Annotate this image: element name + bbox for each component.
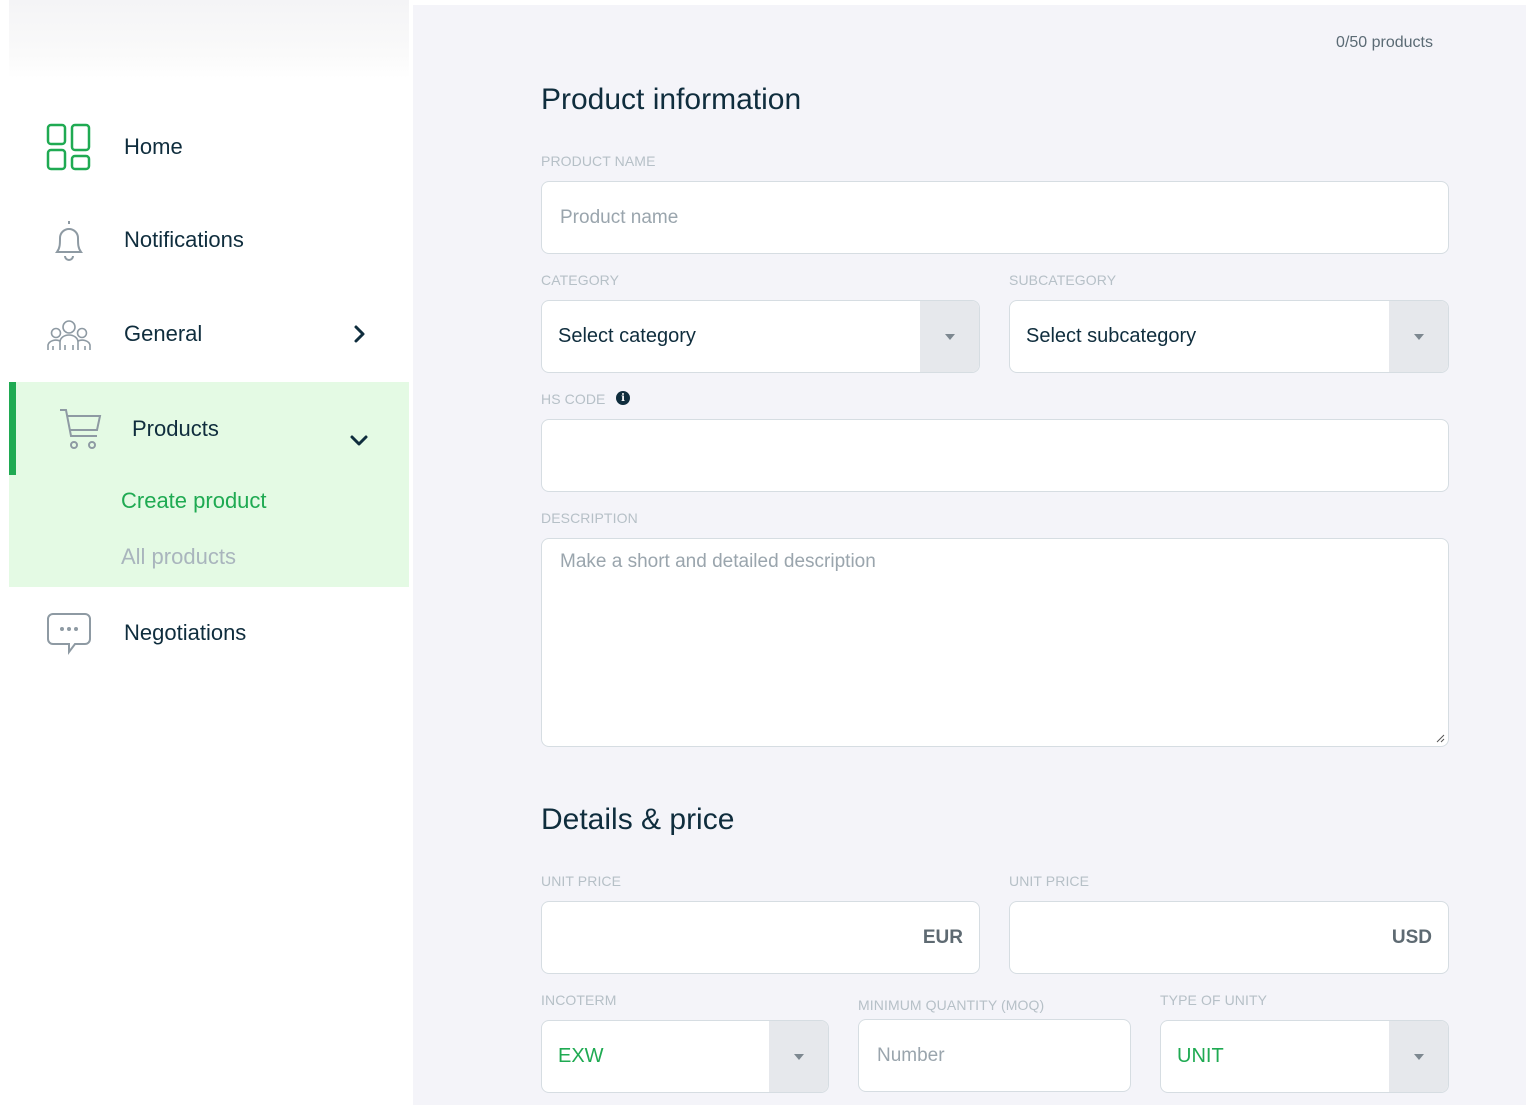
submenu-all-products[interactable]: All products (121, 544, 236, 570)
sidebar-item-label: Negotiations (124, 619, 247, 645)
unit-price-usd-input[interactable]: USD (1009, 901, 1449, 974)
category-value: Select category (558, 325, 696, 347)
sidebar-item-home[interactable]: Home (9, 100, 409, 193)
usd-currency-suffix: USD (1391, 926, 1432, 948)
shopping-cart-icon (60, 408, 102, 449)
incoterm-label: INCOTERM (541, 992, 617, 1008)
unit-price-eur-label: UNIT PRICE (541, 873, 622, 889)
subcategory-dropdown-toggle[interactable] (1389, 301, 1448, 372)
dashboard-grid-icon (46, 123, 91, 170)
sidebar-item-notifications[interactable]: Notifications (9, 193, 409, 286)
info-icon[interactable]: i (616, 391, 630, 405)
unit-type-value: UNIT (1177, 1045, 1224, 1067)
unit-type-label: TYPE OF UNITY (1160, 992, 1268, 1008)
hs-code-label: HS CODE (541, 391, 606, 407)
sidebar-header (9, 0, 409, 78)
bell-icon (55, 220, 83, 261)
sidebar-item-label: Home (124, 133, 183, 159)
resize-handle-icon[interactable] (1435, 733, 1445, 743)
unit-price-usd-label: UNIT PRICE (1009, 873, 1090, 889)
sidebar-item-products[interactable]: Products (9, 382, 409, 475)
incoterm-value: EXW (558, 1045, 604, 1067)
section-title-details-price: Details & price (541, 803, 735, 836)
submenu-create-product[interactable]: Create product (121, 488, 267, 514)
chat-bubble-icon (47, 612, 91, 655)
people-group-icon (47, 319, 91, 350)
unit-type-select[interactable]: UNIT (1160, 1020, 1449, 1093)
product-counter: 0/50 products (1336, 34, 1433, 51)
caret-down-icon (1413, 333, 1424, 340)
chevron-right-icon (354, 325, 365, 342)
moq-input[interactable]: Number (858, 1019, 1131, 1092)
caret-down-icon (1413, 1053, 1424, 1060)
sidebar: Home Notifications General Products Crea… (9, 0, 409, 1105)
chevron-down-icon (350, 435, 368, 446)
main-content: 0/50 products Product information PRODUC… (413, 5, 1526, 1105)
sidebar-item-negotiations[interactable]: Negotiations (9, 586, 409, 679)
sidebar-item-label: Notifications (124, 226, 244, 252)
moq-label: MINIMUM QUANTITY (MOQ) (858, 997, 1045, 1013)
description-label: DESCRIPTION (541, 510, 638, 526)
incoterm-dropdown-toggle[interactable] (769, 1021, 828, 1092)
product-name-input[interactable]: Product name (541, 181, 1449, 254)
caret-down-icon (944, 333, 955, 340)
subcategory-label: SUBCATEGORY (1009, 272, 1117, 288)
product-name-label: PRODUCT NAME (541, 153, 656, 169)
sidebar-item-general[interactable]: General (9, 287, 409, 380)
subcategory-select[interactable]: Select subcategory (1009, 300, 1449, 373)
category-label: CATEGORY (541, 272, 620, 288)
sidebar-item-label: General (124, 320, 203, 346)
description-textarea[interactable]: Make a short and detailed description (541, 538, 1449, 747)
products-submenu: Create product All products (9, 475, 409, 587)
product-name-placeholder: Product name (560, 206, 679, 228)
section-title-product-information: Product information (541, 83, 802, 116)
eur-currency-suffix: EUR (922, 926, 963, 948)
subcategory-value: Select subcategory (1026, 325, 1197, 347)
sidebar-item-label: Products (132, 415, 219, 441)
unit-type-dropdown-toggle[interactable] (1389, 1021, 1448, 1092)
category-select[interactable]: Select category (541, 300, 980, 373)
moq-placeholder: Number (877, 1044, 945, 1066)
description-placeholder: Make a short and detailed description (560, 551, 876, 572)
unit-price-eur-input[interactable]: EUR (541, 901, 980, 974)
incoterm-select[interactable]: EXW (541, 1020, 829, 1093)
caret-down-icon (793, 1053, 804, 1060)
hs-code-input[interactable] (541, 419, 1449, 492)
category-dropdown-toggle[interactable] (920, 301, 979, 372)
